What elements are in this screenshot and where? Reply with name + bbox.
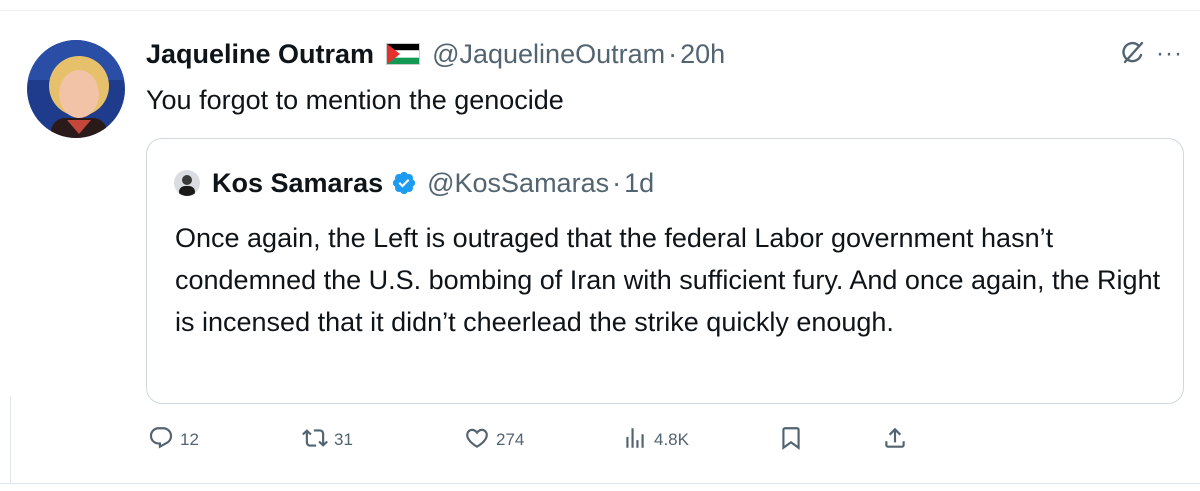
author-name[interactable]: Jaqueline Outram: [146, 39, 374, 70]
repost-count: 31: [334, 430, 353, 449]
reply-button[interactable]: 12: [148, 422, 199, 458]
share-icon: [882, 425, 908, 456]
separator-dot: ·: [668, 38, 678, 69]
views-button[interactable]: 4.8K: [622, 422, 689, 458]
divider-top: [0, 10, 1200, 11]
quote-header: Kos Samaras @KosSamaras · 1d: [174, 165, 654, 201]
author-avatar[interactable]: [27, 40, 125, 138]
quote-separator-dot: ·: [612, 167, 622, 198]
quote-time: 1d: [624, 167, 655, 198]
tweet-time[interactable]: 20h: [680, 39, 725, 70]
tweet-header: Jaqueline Outram @JaquelineOutram · 20h: [146, 34, 725, 74]
verified-badge-icon: [391, 170, 417, 196]
share-button[interactable]: [882, 422, 908, 458]
views-icon: [622, 425, 648, 456]
repost-icon: [302, 425, 328, 456]
tweet-text: You forgot to mention the genocide: [146, 85, 564, 115]
action-bar: 12 31 274 4.8K: [148, 422, 1188, 458]
divider-bottom: [0, 483, 1200, 484]
grok-icon[interactable]: [1118, 38, 1148, 68]
quote-author-handle: @KosSamaras: [427, 167, 610, 198]
views-count: 4.8K: [654, 430, 689, 449]
bookmark-icon: [778, 425, 804, 456]
repost-button[interactable]: 31: [302, 422, 353, 458]
quote-author-name: Kos Samaras: [212, 167, 384, 198]
like-button[interactable]: 274: [464, 422, 524, 458]
quote-tweet-card[interactable]: Kos Samaras @KosSamaras · 1d Once again,…: [146, 138, 1184, 404]
thread-divider: [10, 396, 11, 483]
palestine-flag-icon: [386, 43, 421, 65]
bookmark-button[interactable]: [778, 422, 804, 458]
quote-text: Once again, the Left is outraged that th…: [175, 223, 1161, 337]
like-count: 274: [496, 430, 525, 449]
quote-author-avatar: [174, 170, 200, 196]
reply-count: 12: [180, 430, 199, 449]
author-handle[interactable]: @JaquelineOutram: [432, 39, 665, 70]
reply-icon: [148, 425, 174, 456]
like-icon: [464, 425, 490, 456]
more-icon[interactable]: ···: [1156, 40, 1183, 68]
